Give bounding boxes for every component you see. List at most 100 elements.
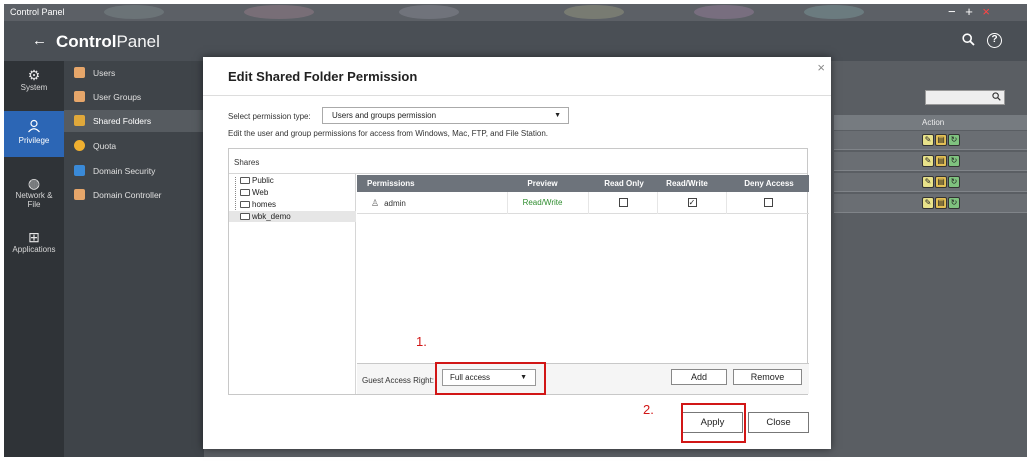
permissions-footer: Guest Access Right: Full access ▼ Add Re… [357,363,809,394]
subnav-label: Shared Folders [93,116,152,126]
preview-value: Read/Write [507,192,577,214]
add-button[interactable]: Add [671,369,727,385]
permission-type-description: Edit the user and group permissions for … [228,129,548,138]
row-actions: ✎ ▤ ↻ [922,176,961,188]
title-bar: Control Panel − + × [4,4,1027,21]
close-button[interactable]: Close [748,412,809,433]
back-arrow-icon[interactable]: ← [32,32,47,49]
permissions-table-header: Permissions Preview Read Only Read/Write… [357,175,809,192]
refresh-icon[interactable]: ↻ [948,134,960,146]
deny-access-checkbox[interactable] [763,198,773,208]
read-write-checkbox[interactable]: ✓ [687,198,697,208]
tree-connector [235,177,236,214]
edit-icon[interactable]: ✎ [922,155,934,167]
subnav-label: Domain Controller [93,190,162,200]
refresh-icon[interactable]: ↻ [948,176,960,188]
read-only-checkbox[interactable] [618,198,628,208]
row-actions: ✎ ▤ ↻ [922,197,961,209]
action-column-header: Action [834,115,1027,130]
nav-item-privilege[interactable]: Privilege [4,111,64,157]
tree-item-label: homes [252,200,277,209]
table-row: ♙ admin Read/Write ✓ [357,192,809,214]
app-title-bold: Control [56,32,117,51]
permission-icon[interactable]: ▤ [935,155,947,167]
read-write-cell: ✓ [657,192,726,214]
column-header: Read Only [604,179,644,188]
nav-label: Applications [12,245,56,254]
nav-item-network-file[interactable]: ◍ Network & File [4,176,64,219]
dialog-title: Edit Shared Folder Permission [228,69,418,84]
titlebar-decoration [564,5,624,19]
column-header: Deny Access [744,179,794,188]
permission-icon[interactable]: ▤ [935,176,947,188]
subnav-item-shared-folders[interactable]: Shared Folders [64,110,204,132]
titlebar-decoration [104,5,164,19]
app-header: ← ControlPanel ? [4,21,1027,61]
annotation-box-guest-access [435,362,546,395]
window-title: Control Panel [10,7,65,17]
search-icon[interactable] [962,33,975,49]
permission-type-label: Select permission type: [228,112,311,121]
annotation-box-apply [681,403,746,443]
help-icon[interactable]: ? [987,33,1002,48]
gear-icon: ⚙ [27,67,41,83]
folder-tree: Public Web homes wbk_demo [229,174,356,394]
table-row: ✎ ▤ ↻ [834,194,1027,213]
tree-item-wbk-demo[interactable]: wbk_demo [229,211,356,222]
subnav-label: Quota [93,141,117,151]
action-header-label: Action [922,118,945,127]
row-actions: ✎ ▤ ↻ [922,134,961,146]
search-icon[interactable] [992,92,1001,103]
edit-icon[interactable]: ✎ [922,134,934,146]
nav-label: System [20,83,48,92]
refresh-icon[interactable]: ↻ [948,197,960,209]
remove-button[interactable]: Remove [733,369,802,385]
user-name: admin [384,199,406,208]
user-icon: ♙ [371,198,380,208]
edit-icon[interactable]: ✎ [922,197,934,209]
permission-icon[interactable]: ▤ [935,134,947,146]
annotation-number-1: 1. [416,334,427,349]
folder-icon [74,115,85,126]
titlebar-decoration [804,5,864,19]
app-title-thin: Panel [116,32,160,51]
subnav-item-domain-controller[interactable]: Domain Controller [64,184,204,206]
tree-item-public[interactable]: Public [240,175,274,186]
domain-security-icon [74,165,85,176]
tree-item-label: wbk_demo [252,212,291,221]
shares-label: Shares [234,158,260,167]
nav-label: Network & File [15,191,53,209]
subnav-item-domain-security[interactable]: Domain Security [64,160,204,182]
folder-icon [240,189,250,196]
background-search-input[interactable] [925,90,1005,105]
dialog-close-icon[interactable]: × [817,60,825,75]
subnav-item-users[interactable]: Users [64,62,204,84]
quota-icon [74,140,85,151]
subnav-label: Domain Security [93,166,156,176]
nav-item-applications[interactable]: ⊞ Applications [4,230,64,267]
permission-type-value: Users and groups permission [332,111,437,120]
column-header: Permissions [367,179,415,188]
main-nav: ⚙ System Privilege ◍ Network & File ⊞ Ap… [4,61,64,457]
edit-icon[interactable]: ✎ [922,176,934,188]
permission-type-select[interactable]: Users and groups permission ▼ [322,107,569,124]
nav-label: Privilege [18,136,50,145]
page-edge [946,4,1027,8]
app-title: ControlPanel [56,32,160,52]
permission-icon[interactable]: ▤ [935,197,947,209]
read-only-cell [588,192,657,214]
subnav-label: Users [93,68,116,78]
subnav-label: User Groups [93,92,142,102]
nav-item-system[interactable]: ⚙ System [4,67,64,105]
table-row: ✎ ▤ ↻ [834,152,1027,171]
subnav-item-user-groups[interactable]: User Groups [64,86,204,108]
table-row: ✎ ▤ ↻ [834,173,1027,192]
tree-item-homes[interactable]: homes [240,199,276,210]
deny-access-cell [726,192,809,214]
subnav-item-quota[interactable]: Quota [64,135,204,157]
tree-item-web[interactable]: Web [240,187,268,198]
guest-access-label: Guest Access Right: [362,376,435,385]
refresh-icon[interactable]: ↻ [948,155,960,167]
tree-item-label: Web [252,188,269,197]
user-icon [74,67,85,78]
